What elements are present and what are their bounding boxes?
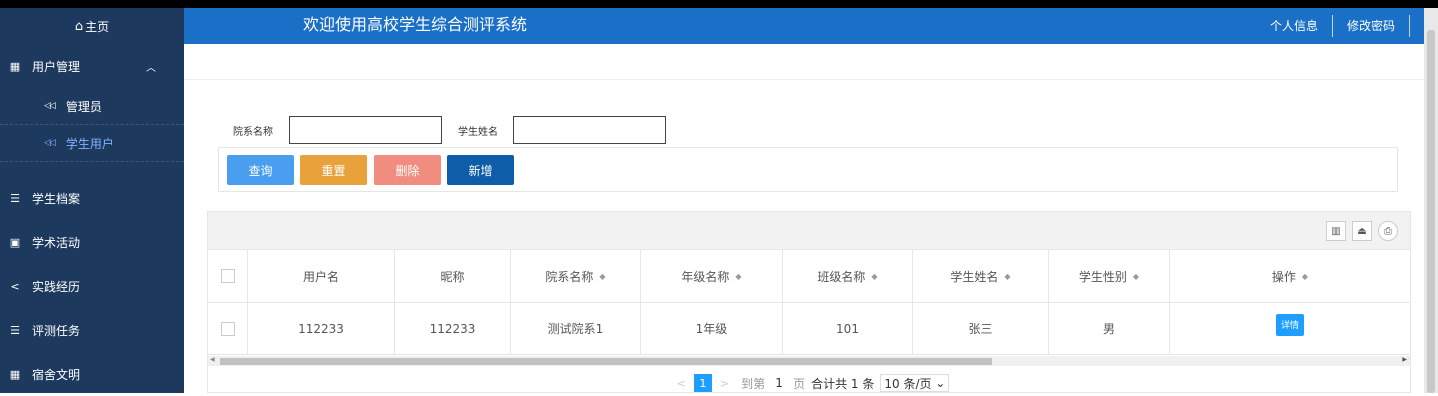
query-button[interactable]: 查询 [227,155,294,185]
page-scrollbar-thumb[interactable] [1427,30,1435,393]
sidebar-item-user-mgmt[interactable]: ▦ 用户管理 ︿ [0,44,184,88]
table-toolbar: ▥ ⏏ ⎙ [208,212,1410,250]
sort-icon: ◆ [871,271,878,281]
sidebar-item-label: 学生档案 [32,191,81,206]
column-header-sortable[interactable]: 学生姓名 ◆ [913,250,1049,302]
sort-icon: ◆ [735,271,742,281]
sidebar-subitem-student-user[interactable]: ◁◁ 学生用户 [0,125,184,162]
chevron-up-icon: ︿ [146,62,156,74]
button-panel: 查询 重置 删除 新增 [218,147,1398,192]
sidebar-item-label: 宿舍文明 [32,367,81,382]
table-header: 用户名 昵称 院系名称 ◆ 年级名称 ◆ 班级名称 ◆ 学生姓名 ◆ 学生性别 ◆ 操作 ◆ [208,250,1410,303]
column-header: 昵称 [395,250,511,302]
sidebar-subitem-label: 学生用户 [65,136,114,151]
select-all-checkbox[interactable] [220,269,235,283]
goto-label: 到第 [741,376,766,391]
delete-button[interactable]: 删除 [374,155,441,185]
table-hscrollbar[interactable]: ◀ ▶ [208,356,1410,366]
page-jump-input[interactable]: 1 [765,374,793,392]
next-page-icon[interactable]: > [720,377,729,390]
table-cell: 1年级 [641,303,783,354]
column-header-sortable[interactable]: 年级名称 ◆ [641,250,783,302]
top-strip [0,0,1438,8]
list-icon: ☰ [10,323,20,337]
grid-icon: ▦ [9,59,21,73]
dept-label: 院系名称 [233,126,273,138]
page-size-select[interactable]: 10 条/页 ⌄ [880,374,950,392]
print-icon[interactable]: ⎙ [1378,221,1398,241]
sidebar-home[interactable]: ⌂ 主页 [0,8,184,44]
sidebar-item-practice[interactable]: < 实践经历 [0,264,184,308]
columns-icon[interactable]: ▥ [1326,221,1346,241]
column-header-sortable[interactable]: 学生性别 ◆ [1049,250,1170,302]
total-count: 合计共 1 条 [811,376,875,391]
column-header: 用户名 [248,250,395,302]
sidebar-item-archives[interactable]: ☰ 学生档案 [0,176,184,220]
sidebar: ⌂ 主页 ▦ 用户管理 ︿ ◁◁ 管理员 ◁◁ 学生用户 ☰ 学生档案 ▣ 学术… [0,8,184,393]
data-table: ▥ ⏏ ⎙ 用户名 昵称 院系名称 ◆ 年级名称 ◆ 班级名称 ◆ 学生姓名 ◆ 学生性… [207,211,1411,393]
column-header-sortable[interactable]: 院系名称 ◆ [511,250,641,302]
scroll-right-icon[interactable]: ▶ [1402,356,1407,363]
table-cell: 112233 [395,303,511,354]
table-cell: 张三 [913,303,1049,354]
top-header: 欢迎使用高校学生综合测评系统 个人信息 修改密码 [184,8,1424,44]
sort-icon: ◆ [1132,271,1140,281]
share-icon: < [10,279,20,293]
sidebar-item-label: 实践经历 [32,279,81,294]
page-title: 欢迎使用高校学生综合测评系统 [303,15,528,34]
sort-icon: ◆ [1004,271,1011,281]
table-cell: 101 [783,303,913,354]
dept-input[interactable] [289,116,442,144]
prev-page-icon[interactable]: < [677,377,686,390]
column-header-sortable[interactable]: 操作 ◆ [1170,250,1410,302]
sidebar-subitem-admin[interactable]: ◁◁ 管理员 [0,88,184,125]
sidebar-home-label: 主页 [85,19,110,34]
home-icon: ⌂ [74,18,84,34]
table-cell: 测试院系1 [511,303,641,354]
row-checkbox[interactable] [220,321,235,336]
student-name-input[interactable] [513,116,666,144]
pagination: < 1 > 到第 1 页 合计共 1 条 10 条/页 ⌄ [208,372,1410,394]
sidebar-item-academic[interactable]: ▣ 学术活动 [0,220,184,264]
reset-button[interactable]: 重置 [300,155,367,185]
search-form: 院系名称 学生姓名 查询 重置 删除 新增 [218,107,1398,192]
sidebar-item-label: 评测任务 [32,323,81,338]
double-arrow-left-icon: ◁◁ [44,138,56,148]
content-tabbar [184,44,1424,80]
table-cell: 112233 [248,303,395,354]
sidebar-item-label: 用户管理 [32,59,81,74]
export-icon[interactable]: ⏏ [1352,221,1372,241]
scroll-left-icon[interactable]: ◀ [210,356,215,363]
sidebar-subitem-label: 管理员 [65,99,102,114]
sidebar-item-dorm[interactable]: ▦ 宿舍文明 [0,352,184,396]
change-password-link[interactable]: 修改密码 [1333,15,1410,37]
page-unit-label: 页 [793,376,806,391]
sidebar-item-eval-tasks[interactable]: ☰ 评测任务 [0,308,184,352]
grid-icon: ▦ [9,367,21,381]
sidebar-item-label: 学术活动 [32,235,81,250]
double-arrow-left-icon: ◁◁ [44,101,56,111]
sort-icon: ◆ [1301,271,1309,281]
table-row: 112233 112233 测试院系1 1年级 101 张三 男 详情 [208,303,1410,355]
profile-link[interactable]: 个人信息 [1256,15,1333,37]
column-header-sortable[interactable]: 班级名称 ◆ [783,250,913,302]
calendar-icon: ▣ [9,235,21,249]
detail-button[interactable]: 详情 [1276,313,1304,336]
table-cell: 男 [1049,303,1170,354]
hscroll-thumb[interactable] [220,358,992,365]
page-current[interactable]: 1 [693,374,712,392]
name-label: 学生姓名 [458,126,498,138]
sort-icon: ◆ [599,271,606,281]
list-icon: ☰ [10,191,20,205]
add-button[interactable]: 新增 [447,155,514,185]
